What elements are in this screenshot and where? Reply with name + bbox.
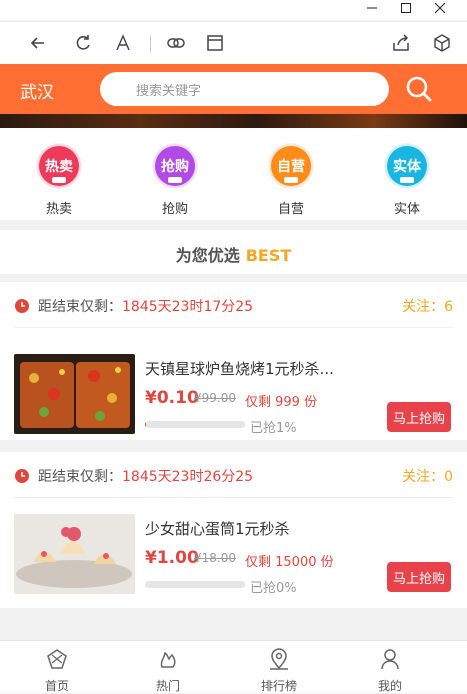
link-icon[interactable]: [164, 31, 188, 55]
tab-mine[interactable]: 我的: [360, 647, 420, 694]
store-badge-icon: 实体: [385, 144, 429, 188]
flash-sale-badge-icon: 抢购: [153, 144, 197, 188]
category-badge-text: 热卖: [45, 159, 73, 175]
user-icon: [381, 649, 399, 670]
tab-home[interactable]: 首页: [27, 647, 87, 694]
refresh-icon[interactable]: [71, 31, 95, 55]
countdown-value: 1845天23时17分25: [122, 299, 254, 315]
follow-count[interactable]: 关注：6: [402, 296, 453, 316]
product-image[interactable]: [14, 514, 135, 594]
category-badge-text: 自营: [277, 159, 305, 175]
minimize-icon[interactable]: [355, 0, 389, 16]
tab-ranking[interactable]: 排行榜: [249, 647, 309, 694]
category-flash-sale[interactable]: 抢购 抢购: [145, 144, 205, 217]
sale-progress-fill: [145, 421, 146, 428]
category-hot[interactable]: 热卖 热卖: [29, 144, 89, 217]
countdown: 距结束仅剩：1845天23时17分25: [38, 296, 253, 316]
category-badge-text: 实体: [393, 159, 421, 175]
app-header: 武汉 搜索关键字: [0, 64, 467, 114]
category-store[interactable]: 实体 实体: [377, 144, 437, 217]
category-label: 自营: [277, 202, 304, 217]
clock-icon: [15, 469, 29, 483]
tab-hot[interactable]: 热门: [138, 647, 198, 694]
section-title-en: BEST: [245, 246, 292, 265]
sale-progress-bar: [145, 581, 245, 588]
close-icon[interactable]: [423, 0, 457, 16]
buy-now-button[interactable]: 马上抢购: [387, 562, 451, 592]
sale-progress-bar: [145, 421, 245, 428]
countdown-label: 距结束仅剩：: [38, 299, 122, 315]
cube-icon[interactable]: [430, 31, 454, 55]
product-original-price: ¥18.00: [194, 551, 236, 565]
category-badge-text: 抢购: [161, 159, 189, 175]
back-arrow-icon[interactable]: [26, 31, 50, 55]
self-run-badge-icon: 自营: [269, 144, 313, 188]
tab-label: 首页: [44, 679, 69, 693]
city-selector[interactable]: 武汉: [20, 78, 54, 103]
sold-percent: 已抢1%: [250, 421, 297, 436]
product-card[interactable]: 距结束仅剩：1845天23时17分25 关注：6 天镇星球炉鱼烧烤1元秒杀...…: [0, 282, 467, 440]
category-label: 实体: [393, 202, 420, 217]
search-input[interactable]: 搜索关键字: [100, 72, 389, 106]
tab-label: 热门: [155, 679, 180, 693]
badge-tag: [400, 177, 414, 183]
tab-label: 排行榜: [260, 679, 297, 693]
home-icon: [47, 649, 67, 669]
product-original-price: ¥99.00: [194, 391, 236, 405]
hot-icon: [160, 651, 176, 668]
banner-image[interactable]: [0, 114, 467, 128]
font-size-icon[interactable]: [111, 31, 135, 55]
category-nav: 热卖 热卖 抢购 抢购 自营 自营 实体 实体: [0, 128, 467, 220]
product-image[interactable]: [14, 354, 135, 434]
clock-icon: [15, 299, 29, 313]
category-label: 抢购: [161, 202, 188, 217]
bottom-tab-bar: 首页 热门 排行榜 我的: [0, 640, 467, 693]
card-header: 距结束仅剩：1845天23时26分25 关注：0: [14, 452, 453, 498]
share-icon[interactable]: [389, 31, 413, 55]
badge-tag: [52, 177, 66, 183]
location-pin-icon: [270, 648, 288, 670]
section-title-cn: 为您优选: [175, 246, 240, 265]
search-placeholder: 搜索关键字: [136, 84, 202, 99]
product-card[interactable]: 距结束仅剩：1845天23时26分25 关注：0 少女甜心蛋筒1元秒杀 ¥1.0…: [0, 452, 467, 608]
window-title-bar: [0, 0, 467, 20]
product-price: ¥0.10: [145, 388, 199, 408]
category-label: 热卖: [45, 202, 72, 217]
buy-now-button[interactable]: 马上抢购: [387, 402, 451, 432]
follow-count[interactable]: 关注：0: [402, 466, 453, 486]
badge-tag: [168, 177, 182, 183]
product-title[interactable]: 少女甜心蛋筒1元秒杀: [145, 518, 290, 539]
category-self-run[interactable]: 自营 自营: [261, 144, 321, 217]
hot-badge-icon: 热卖: [37, 144, 81, 188]
countdown-label: 距结束仅剩：: [38, 469, 122, 485]
browser-toolbar: [0, 22, 467, 64]
maximize-icon[interactable]: [389, 0, 423, 16]
search-icon[interactable]: [403, 74, 435, 104]
product-title[interactable]: 天镇星球炉鱼烧烤1元秒杀...: [145, 358, 334, 379]
sold-percent: 已抢0%: [250, 581, 297, 596]
badge-tag: [284, 177, 298, 183]
toolbar-separator: [150, 36, 151, 52]
product-stock: 仅剩 15000 份: [245, 555, 334, 570]
product-stock: 仅剩 999 份: [245, 395, 318, 410]
tab-label: 我的: [377, 679, 402, 693]
section-header: 为您优选 BEST: [0, 230, 467, 274]
countdown-value: 1845天23时26分25: [122, 469, 254, 485]
card-header: 距结束仅剩：1845天23时17分25 关注：6: [14, 282, 453, 328]
product-price: ¥1.00: [145, 548, 199, 568]
countdown: 距结束仅剩：1845天23时26分25: [38, 466, 253, 486]
section-title: 为您优选 BEST: [0, 242, 467, 266]
window-icon[interactable]: [203, 31, 227, 55]
